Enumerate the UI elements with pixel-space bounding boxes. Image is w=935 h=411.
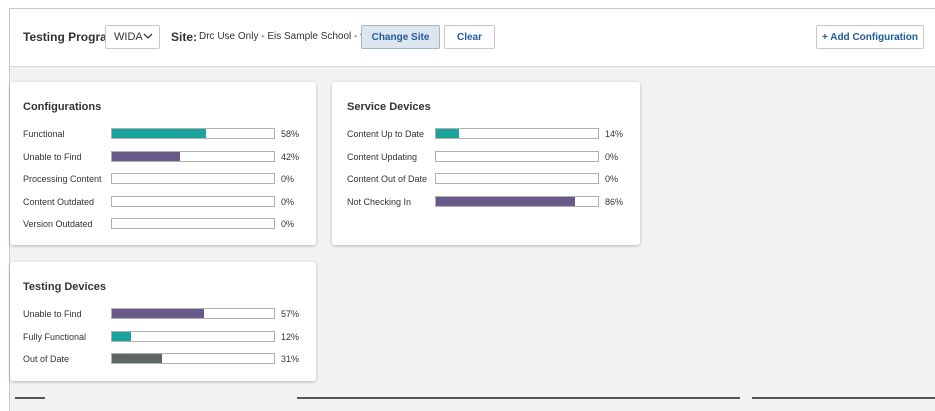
status-label: Content Outdated: [23, 196, 95, 207]
percent-value: 12%: [281, 331, 300, 342]
status-label: Version Outdated: [23, 219, 93, 229]
testing-program-value: WIDA: [114, 31, 143, 43]
testing-program-select[interactable]: WIDA: [105, 25, 160, 49]
status-label: Out of Date: [23, 354, 70, 364]
status-row: Content Up to Date 14%: [332, 127, 640, 141]
progress-fill: [112, 354, 163, 363]
status-label: Functional: [23, 129, 65, 139]
status-label: Content Up to Date: [347, 129, 425, 139]
testing-devices-card: Testing Devices Unable to Find 57% Fully F…: [10, 262, 316, 381]
divider: [297, 397, 740, 399]
progress-fill: [112, 331, 132, 341]
clear-button[interactable]: Clear: [444, 25, 495, 49]
chevron-down-icon: [143, 33, 153, 39]
configurations-card: Configurations Functional 58% Unable to Fi…: [10, 82, 316, 245]
percent-value: 14%: [605, 129, 624, 139]
status-row: Not Checking In 86%: [332, 195, 640, 209]
status-row: Version Outdated 0%: [10, 217, 316, 231]
status-label: Content Out of Date: [347, 174, 428, 184]
percent-value: 31%: [281, 354, 300, 364]
progress-bar: [111, 353, 275, 364]
progress-fill: [436, 196, 576, 206]
progress-fill: [436, 129, 459, 138]
status-row: Functional 58%: [10, 127, 316, 141]
app-frame: Testing Program: WIDA Site: Drc Use Only…: [9, 8, 935, 411]
progress-bar: [435, 150, 599, 162]
progress-bar: [435, 173, 599, 184]
progress-bar: [111, 195, 275, 207]
status-row: Processing Content 0%: [10, 172, 316, 186]
status-label: Unable to Find: [23, 309, 82, 319]
status-label: Unable to Find: [23, 151, 82, 162]
status-label: Content Updating: [347, 151, 418, 162]
status-row: Content Out of Date 0%: [332, 172, 640, 186]
progress-fill: [112, 151, 181, 161]
progress-bar: [435, 195, 599, 207]
status-row: Unable to Find 57%: [10, 307, 316, 321]
percent-value: 57%: [281, 309, 300, 319]
status-row: Content Outdated 0%: [10, 195, 316, 209]
status-label: Fully Functional: [23, 331, 87, 342]
progress-bar: [111, 218, 275, 229]
percent-value: 58%: [281, 129, 300, 139]
status-label: Processing Content: [23, 174, 102, 184]
testing-devices-title: Testing Devices: [23, 281, 106, 293]
progress-bar: [111, 173, 275, 184]
configurations-title: Configurations: [23, 101, 102, 113]
site-value: Drc Use Only - Eis Sample School - 99998: [199, 31, 388, 42]
change-site-button[interactable]: Change Site: [361, 25, 440, 49]
progress-bar: [111, 330, 275, 342]
progress-bar: [111, 128, 275, 139]
percent-value: 86%: [605, 196, 624, 207]
divider: [752, 397, 935, 399]
percent-value: 0%: [605, 151, 619, 162]
percent-value: 0%: [281, 196, 295, 207]
progress-bar: [111, 150, 275, 162]
service-devices-title: Service Devices: [347, 101, 431, 113]
progress-fill: [112, 129, 206, 138]
filter-bar: Testing Program: WIDA Site: Drc Use Only…: [10, 9, 935, 67]
progress-fill: [112, 309, 205, 318]
progress-bar: [435, 128, 599, 139]
divider: [15, 397, 45, 399]
add-configuration-button[interactable]: + Add Configuration: [816, 25, 924, 49]
status-row: Unable to Find 42%: [10, 150, 316, 164]
progress-bar: [111, 308, 275, 319]
status-row: Fully Functional 12%: [10, 330, 316, 344]
percent-value: 0%: [281, 219, 295, 229]
service-devices-card: Service Devices Content Up to Date 14% Con…: [332, 82, 640, 245]
site-label: Site:: [171, 30, 198, 44]
status-row: Content Updating 0%: [332, 150, 640, 164]
percent-value: 42%: [281, 151, 300, 162]
percent-value: 0%: [281, 174, 295, 184]
status-row: Out of Date 31%: [10, 352, 316, 366]
status-label: Not Checking In: [347, 196, 412, 207]
percent-value: 0%: [605, 174, 619, 184]
